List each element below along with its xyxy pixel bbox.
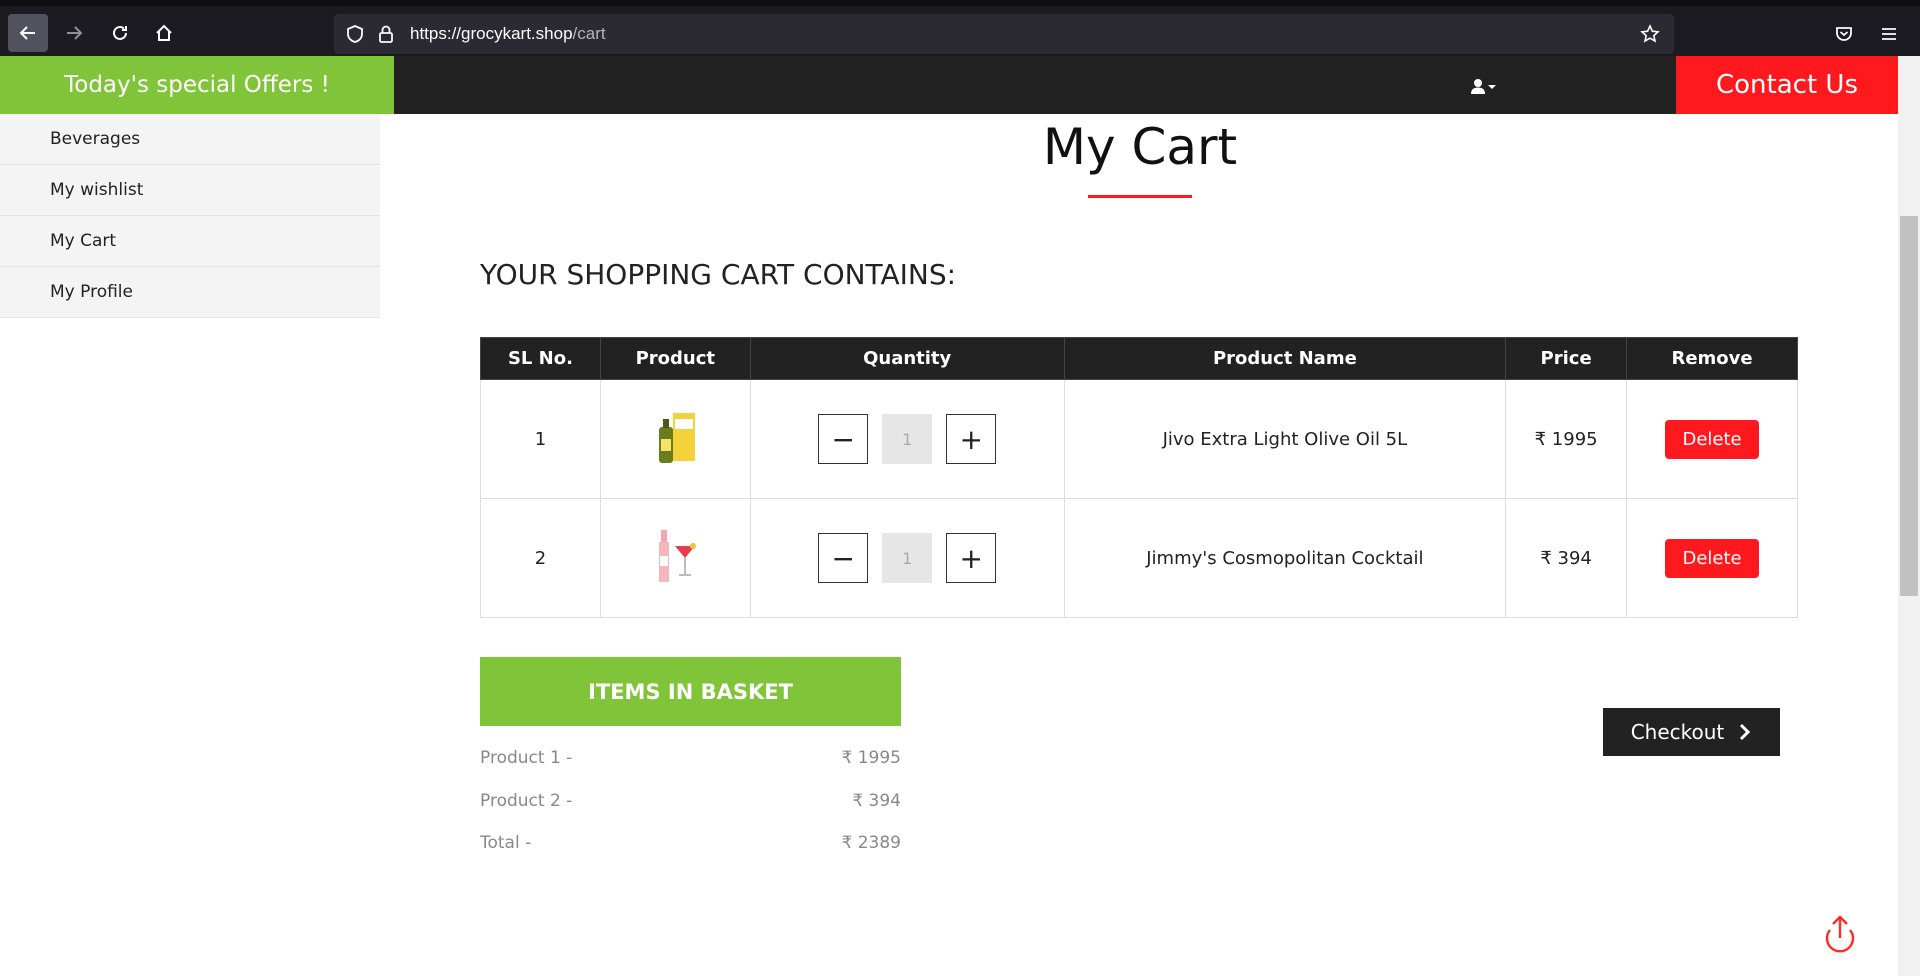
page-title: My Cart	[1042, 118, 1238, 176]
star-icon[interactable]	[1640, 24, 1660, 44]
contact-us-button[interactable]: Contact Us	[1676, 56, 1898, 114]
checkout-button[interactable]: Checkout	[1603, 708, 1780, 756]
shield-icon	[347, 25, 363, 43]
quantity-stepper: − 1 +	[751, 414, 1064, 464]
quantity-input[interactable]: 1	[882, 533, 933, 583]
basket-line-value: ₹ 394	[852, 791, 901, 811]
basket-line: Product 2 - ₹ 394	[480, 791, 901, 815]
special-offers-banner[interactable]: Today's special Offers !	[0, 56, 394, 114]
quantity-cell: − 1 +	[749, 498, 1065, 618]
column-header-product: Product	[599, 337, 751, 380]
table-row: 1 − 1 + Jivo Extra Light Olive Oil 5L ₹	[480, 379, 1798, 499]
sidebar-item-wishlist[interactable]: My wishlist	[0, 165, 380, 216]
product-name: Jimmy's Cosmopolitan Cocktail	[1063, 498, 1507, 618]
increase-quantity-button[interactable]: +	[946, 414, 997, 464]
user-menu-button[interactable]	[1466, 74, 1502, 98]
product-image-cell	[599, 498, 751, 618]
column-header-remove: Remove	[1626, 337, 1798, 380]
forward-button[interactable]	[54, 14, 94, 52]
cart-subtitle: YOUR SHOPPING CART CONTAINS:	[480, 258, 957, 291]
url-text: https://grocykart.shop/cart	[410, 24, 606, 43]
minus-icon: −	[831, 422, 855, 456]
table-row: 2 − 1 + Jimmy's Cosmopolitan Cocktail ₹ …	[480, 498, 1798, 618]
basket-line: Product 1 - ₹ 1995	[480, 748, 901, 772]
menu-icon[interactable]	[1880, 26, 1898, 42]
column-header-sl: SL No.	[480, 337, 601, 380]
product-price: ₹ 1995	[1505, 379, 1628, 499]
basket-total-label: Total -	[480, 833, 532, 853]
product-price: ₹ 394	[1505, 498, 1628, 618]
basket-line-value: ₹ 1995	[841, 748, 901, 768]
column-header-quantity: Quantity	[749, 337, 1065, 380]
cart-table: SL No. Product Quantity Product Name Pri…	[480, 337, 1798, 618]
title-underline	[1088, 195, 1192, 198]
cocktail-product-image[interactable]	[651, 526, 699, 586]
delete-button[interactable]: Delete	[1665, 538, 1759, 578]
user-icon	[1471, 79, 1496, 94]
basket-line-label: Product 1 -	[480, 748, 573, 768]
remove-cell: Delete	[1626, 379, 1798, 499]
home-icon	[156, 24, 172, 41]
scrollbar-thumb[interactable]	[1900, 216, 1918, 596]
decrease-quantity-button[interactable]: −	[818, 533, 869, 583]
product-name: Jivo Extra Light Olive Oil 5L	[1063, 379, 1507, 499]
increase-quantity-button[interactable]: +	[946, 533, 997, 583]
sidebar-item-profile[interactable]: My Profile	[0, 267, 380, 318]
quantity-cell: − 1 +	[749, 379, 1065, 499]
column-header-price: Price	[1505, 337, 1628, 380]
reload-button[interactable]	[100, 14, 140, 52]
lock-icon	[379, 25, 393, 43]
sidebar-item-cart[interactable]: My Cart	[0, 216, 380, 267]
items-in-basket-heading: ITEMS IN BASKET	[480, 657, 901, 726]
basket-line-label: Product 2 -	[480, 791, 573, 811]
browser-toolbar: https://grocykart.shop/cart	[0, 0, 1920, 56]
reload-icon	[113, 25, 127, 40]
delete-button[interactable]: Delete	[1665, 419, 1759, 459]
home-button[interactable]	[144, 14, 184, 52]
sl-number: 2	[480, 498, 601, 618]
basket-total: Total - ₹ 2389	[480, 833, 901, 857]
sl-number: 1	[480, 379, 601, 499]
product-image-cell	[599, 379, 751, 499]
arrow-left-icon	[19, 26, 35, 40]
plus-icon: +	[959, 541, 983, 575]
address-bar[interactable]: https://grocykart.shop/cart	[334, 14, 1674, 54]
minus-icon: −	[831, 541, 855, 575]
remove-cell: Delete	[1626, 498, 1798, 618]
decrease-quantity-button[interactable]: −	[818, 414, 869, 464]
back-button[interactable]	[8, 14, 48, 52]
chevron-right-icon	[1740, 723, 1751, 741]
olive-oil-product-image[interactable]	[651, 407, 699, 467]
scroll-to-top-icon[interactable]	[1820, 912, 1860, 956]
checkout-label: Checkout	[1630, 720, 1725, 744]
quantity-input[interactable]: 1	[882, 414, 933, 464]
quantity-stepper: − 1 +	[751, 533, 1064, 583]
table-header-row: SL No. Product Quantity Product Name Pri…	[480, 337, 1798, 380]
sidebar: Beverages My wishlist My Cart My Profile	[0, 114, 380, 318]
basket-total-value: ₹ 2389	[841, 833, 901, 853]
column-header-name: Product Name	[1063, 337, 1507, 380]
arrow-right-icon	[67, 26, 83, 40]
plus-icon: +	[959, 422, 983, 456]
pocket-icon[interactable]	[1834, 24, 1854, 44]
sidebar-item-beverages[interactable]: Beverages	[0, 114, 380, 165]
